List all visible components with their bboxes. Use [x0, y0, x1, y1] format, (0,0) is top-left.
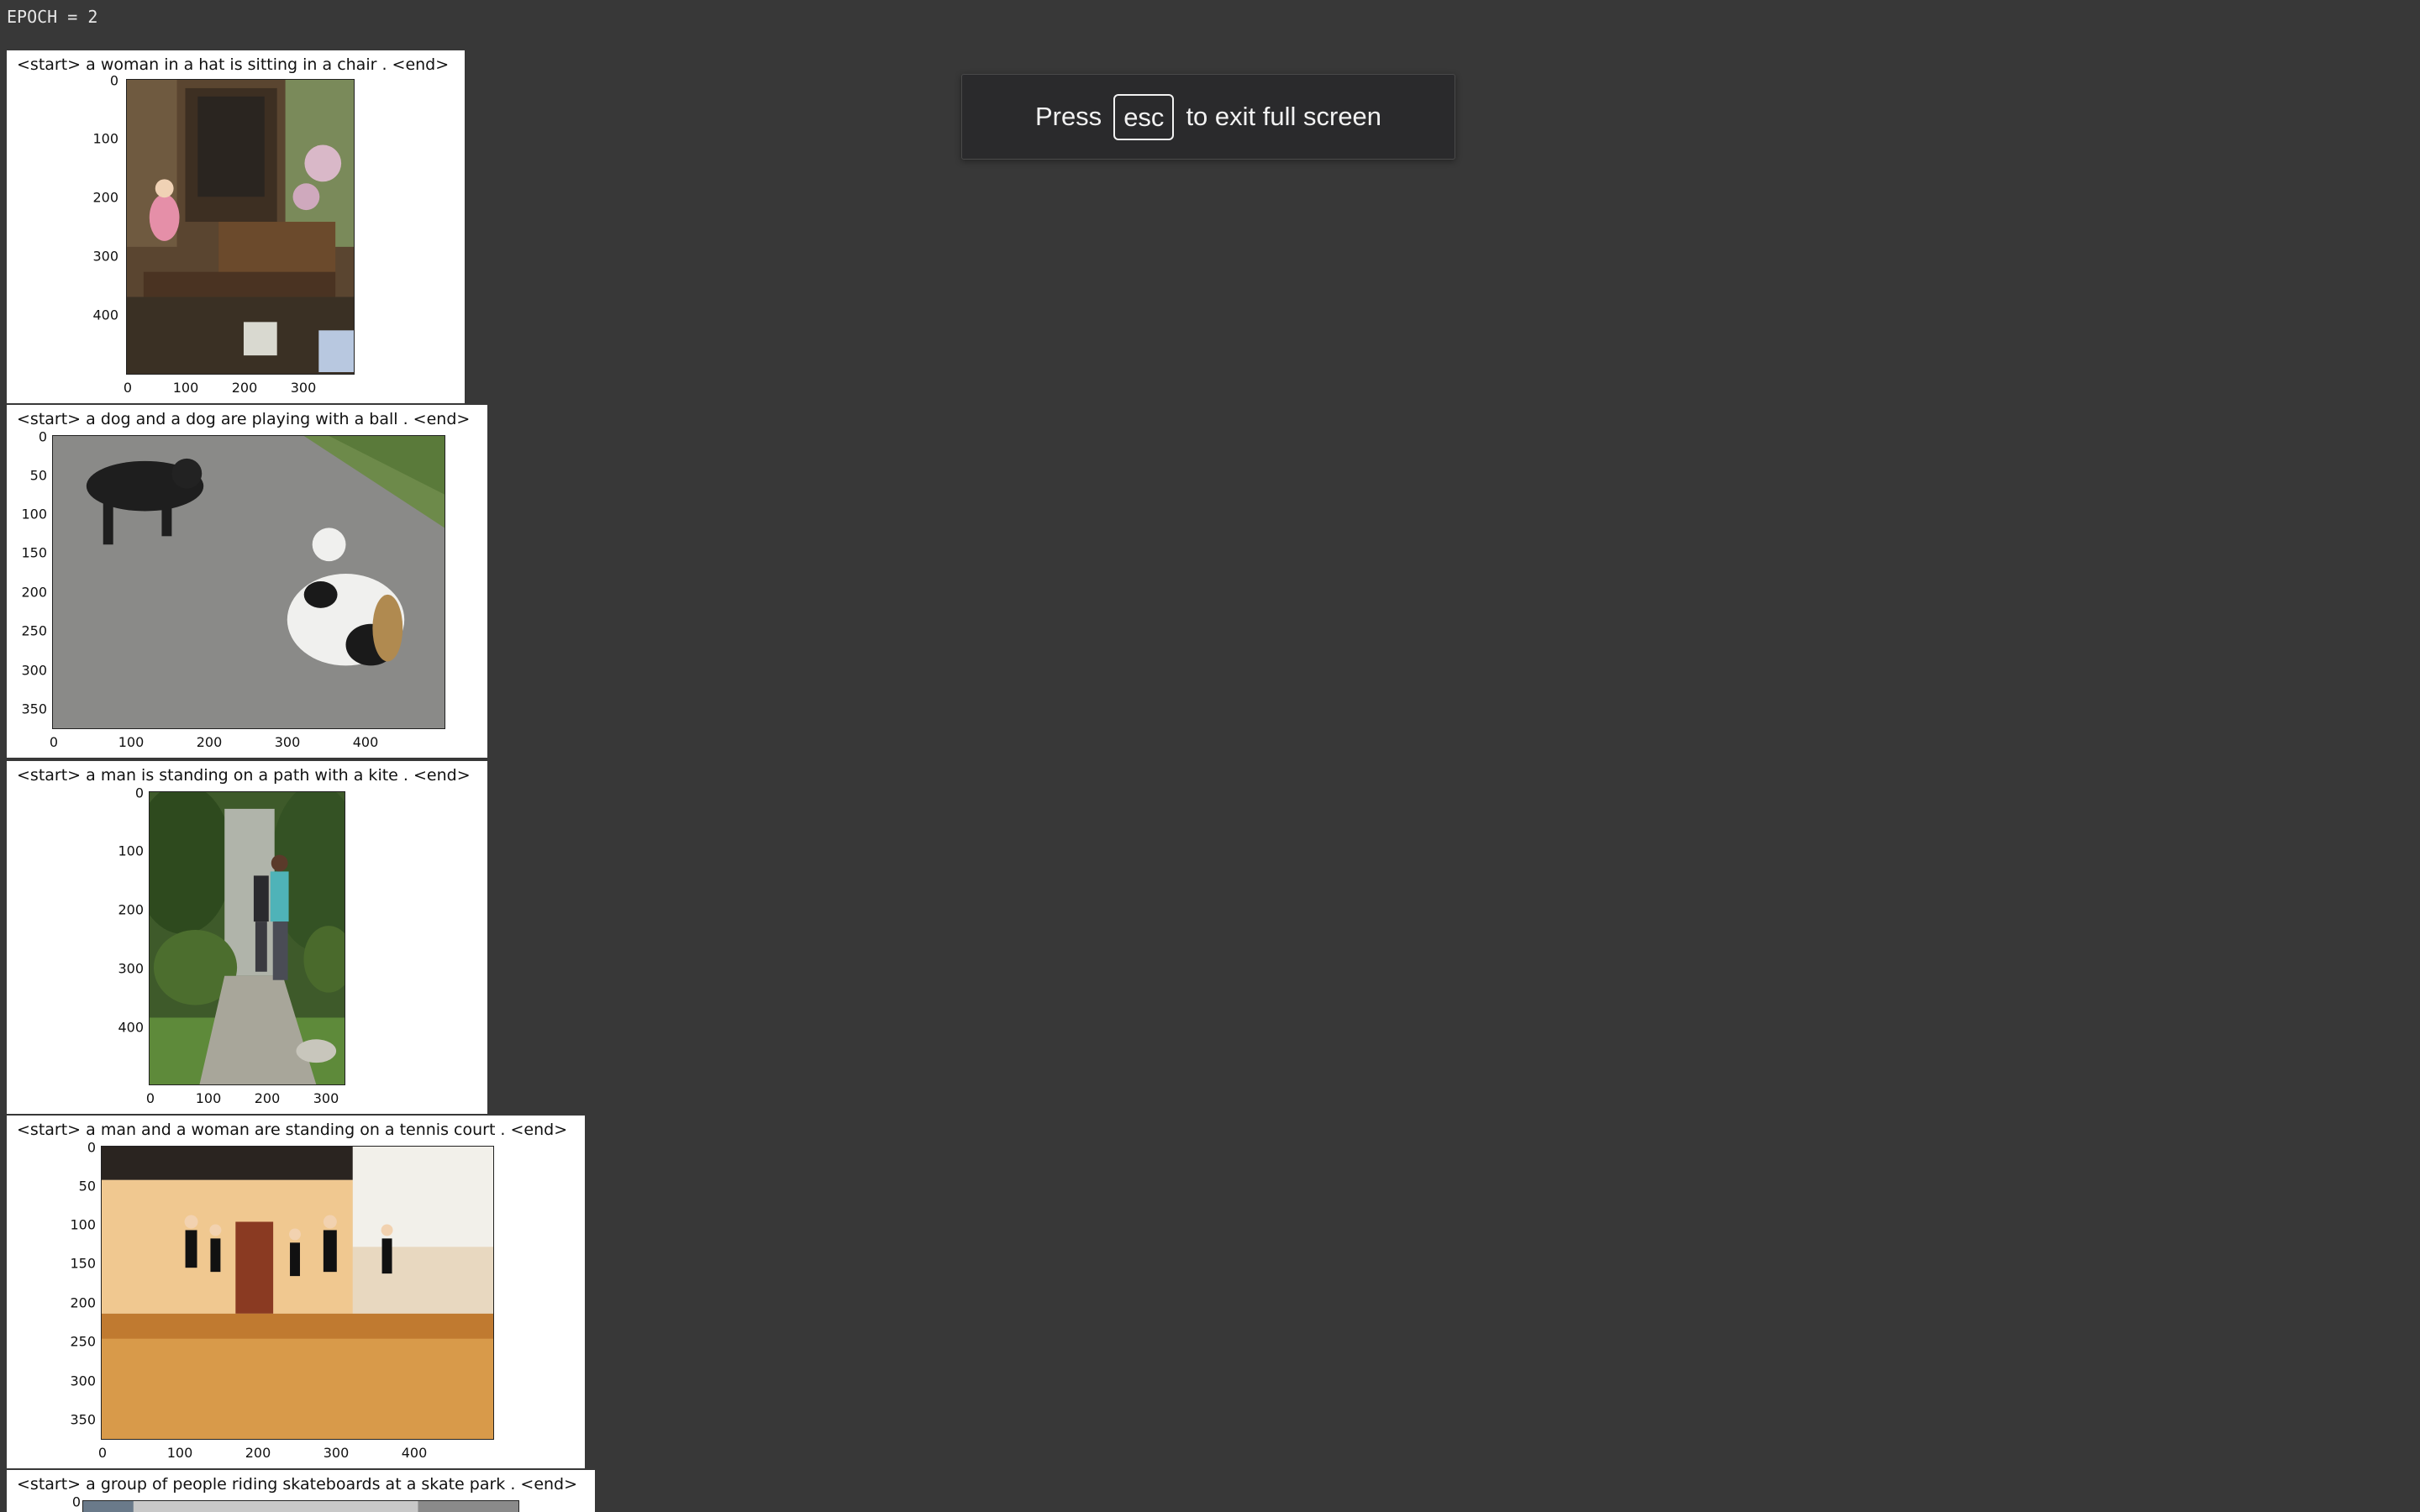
y-tick-label: 0: [71, 1494, 81, 1510]
y-tick-label: 100: [21, 506, 47, 522]
y-tick-label: 100: [118, 843, 144, 859]
x-tick-label: 200: [254, 1090, 281, 1106]
y-tick-label: 250: [70, 1333, 96, 1350]
y-tick-label: 0: [109, 72, 118, 89]
caption-1: <start> a woman in a hat is sitting in a…: [17, 55, 450, 74]
output-panel-5: <start> a group of people riding skatebo…: [7, 1470, 595, 1512]
photo-garden-path: [150, 792, 345, 1084]
output-panel-1: <start> a woman in a hat is sitting in a…: [7, 50, 465, 403]
y-tick-label: 0: [134, 785, 144, 801]
x-tick-label: 0: [123, 380, 133, 396]
x-tick-label: 300: [290, 380, 317, 396]
x-tick-label: 300: [313, 1090, 339, 1106]
photo-partial: [83, 1501, 518, 1512]
output-panel-3: <start> a man is standing on a path with…: [7, 761, 487, 1114]
y-tick-label: 100: [70, 1216, 96, 1233]
output-panel-2: <start> a dog and a dog are playing with…: [7, 405, 487, 758]
toast-suffix: to exit full screen: [1186, 102, 1382, 131]
x-tick-label: 0: [49, 734, 59, 750]
x-tick-label: 100: [195, 1090, 222, 1106]
epoch-label: EPOCH = 2: [7, 7, 98, 27]
image-plot-5: [82, 1500, 519, 1512]
esc-key-badge: esc: [1113, 93, 1175, 140]
y-tick-label: 250: [21, 622, 47, 639]
y-tick-label: 300: [92, 248, 118, 265]
output-panel-4: <start> a man and a woman are standing o…: [7, 1116, 585, 1468]
y-tick-label: 400: [118, 1019, 144, 1036]
photo-dogs-road: [53, 436, 445, 728]
y-tick-label: 100: [92, 130, 118, 147]
image-plot-4: [101, 1146, 494, 1440]
x-tick-label: 0: [97, 1445, 108, 1461]
x-tick-label: 300: [274, 734, 301, 750]
x-tick-label: 200: [231, 380, 258, 396]
x-tick-label: 100: [166, 1445, 193, 1461]
y-tick-label: 200: [21, 584, 47, 601]
image-plot-1: [126, 79, 355, 375]
y-tick-label: 200: [70, 1294, 96, 1311]
fullscreen-exit-toast: Press esc to exit full screen: [961, 74, 1455, 160]
y-tick-label: 0: [38, 428, 47, 445]
y-tick-label: 50: [78, 1178, 96, 1194]
x-tick-label: 400: [352, 734, 379, 750]
x-tick-label: 100: [172, 380, 199, 396]
x-tick-label: 100: [118, 734, 145, 750]
y-tick-label: 0: [87, 1139, 96, 1156]
y-tick-label: 150: [70, 1255, 96, 1272]
caption-4: <start> a man and a woman are standing o…: [17, 1121, 568, 1139]
y-tick-label: 150: [21, 544, 47, 561]
y-tick-label: 350: [70, 1411, 96, 1428]
x-tick-label: 200: [196, 734, 223, 750]
y-tick-label: 200: [92, 189, 118, 206]
x-tick-label: 300: [323, 1445, 350, 1461]
caption-2: <start> a dog and a dog are playing with…: [17, 410, 471, 428]
y-tick-label: 300: [118, 960, 144, 977]
image-plot-3: [149, 791, 345, 1085]
y-tick-label: 50: [29, 467, 47, 484]
caption-5: <start> a group of people riding skatebo…: [17, 1475, 578, 1494]
y-tick-label: 350: [21, 701, 47, 717]
toast-prefix: Press: [1034, 102, 1102, 131]
photo-child-steps: [127, 80, 354, 374]
caption-3: <start> a man is standing on a path with…: [17, 766, 471, 785]
y-tick-label: 200: [118, 901, 144, 918]
y-tick-label: 300: [70, 1373, 96, 1389]
x-tick-label: 200: [245, 1445, 271, 1461]
x-tick-label: 0: [145, 1090, 155, 1106]
x-tick-label: 400: [401, 1445, 428, 1461]
image-plot-2: [52, 435, 445, 729]
y-tick-label: 300: [21, 662, 47, 679]
photo-ballet-studio: [102, 1147, 493, 1439]
y-tick-label: 400: [92, 307, 118, 323]
